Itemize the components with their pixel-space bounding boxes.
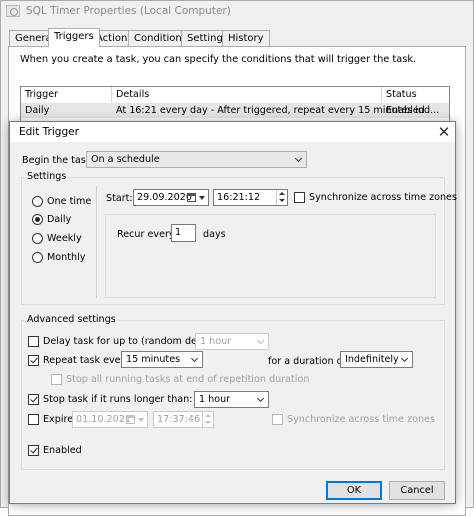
start-time-field[interactable]: 16:21:12: [213, 189, 288, 206]
radio-monthly[interactable]: [32, 252, 43, 263]
radio-daily-label[interactable]: Daily: [47, 214, 71, 225]
expire-date-picker[interactable]: 01.10.2021: [72, 411, 148, 428]
dropdown-arrow-icon: [138, 418, 144, 422]
expire-sync-label[interactable]: Synchronize across time zones: [287, 414, 435, 425]
stop-longer-checkbox[interactable]: [28, 394, 39, 405]
calendar-icon: [187, 193, 196, 202]
recur-days-input[interactable]: 1: [171, 224, 196, 242]
expire-checkbox[interactable]: [28, 414, 39, 425]
ok-button[interactable]: OK: [326, 481, 382, 500]
repeat-interval-select[interactable]: 15 minutes: [121, 351, 203, 368]
expire-date-value: 01.10.2021: [76, 414, 131, 425]
radio-one-time[interactable]: [32, 196, 43, 207]
dialog-title: Edit Trigger: [19, 126, 79, 138]
stop-longer-label[interactable]: Stop task if it runs longer than:: [43, 394, 192, 405]
repeat-task-checkbox[interactable]: [28, 355, 39, 366]
repeat-interval-value: 15 minutes: [126, 354, 181, 365]
begin-task-value: On a schedule: [91, 154, 160, 165]
chevron-down-icon: [190, 354, 199, 363]
radio-weekly-label[interactable]: Weekly: [47, 233, 82, 244]
recur-every-label: Recur every:: [117, 229, 178, 240]
tab-triggers[interactable]: Triggers: [48, 28, 100, 47]
triggers-description: When you create a task, you can specify …: [20, 54, 417, 65]
row-trigger-cell: Daily: [25, 105, 50, 116]
column-header-status[interactable]: Status: [386, 89, 417, 100]
radio-one-time-label[interactable]: One time: [47, 196, 91, 207]
recur-days-value: 1: [175, 227, 182, 238]
begin-task-label: Begin the task:: [22, 155, 95, 166]
settings-divider: [96, 186, 97, 298]
start-label: Start:: [106, 193, 133, 204]
expire-time-field[interactable]: 17:37:46: [153, 411, 214, 428]
delay-task-label[interactable]: Delay task for up to (random delay):: [43, 336, 218, 347]
duration-select[interactable]: Indefinitely: [340, 351, 413, 368]
stop-all-tasks-label[interactable]: Stop all running tasks at end of repetit…: [66, 374, 309, 385]
start-date-picker[interactable]: 29.09.2020: [133, 189, 209, 206]
expire-time-value: 17:37:46: [157, 414, 201, 425]
chevron-down-icon: [256, 394, 265, 403]
column-header-details[interactable]: Details: [116, 89, 149, 100]
recur-unit-label: days: [203, 229, 226, 240]
settings-group-title: Settings: [25, 171, 69, 182]
sync-timezones-label[interactable]: Synchronize across time zones: [309, 192, 457, 203]
advanced-settings-title: Advanced settings: [25, 314, 118, 325]
close-icon[interactable]: ✕: [434, 122, 454, 142]
stop-all-tasks-checkbox[interactable]: [51, 374, 62, 385]
time-spinner[interactable]: [276, 190, 287, 205]
window-title: SQL Timer Properties (Local Computer): [26, 5, 231, 17]
column-separator: [111, 87, 112, 102]
row-status-cell: Enabled: [386, 105, 425, 116]
tab-history[interactable]: History: [222, 30, 270, 46]
column-separator: [381, 87, 382, 102]
dropdown-arrow-icon: [199, 196, 205, 200]
cancel-button[interactable]: Cancel: [389, 481, 445, 500]
stop-longer-select[interactable]: 1 hour: [194, 391, 269, 408]
begin-task-select[interactable]: On a schedule: [86, 151, 307, 168]
duration-value: Indefinitely: [345, 354, 399, 365]
repeat-task-label[interactable]: Repeat task every:: [43, 355, 133, 366]
radio-daily[interactable]: [32, 214, 43, 225]
task-scheduler-icon: [6, 5, 20, 17]
chevron-down-icon: [256, 336, 265, 345]
radio-weekly[interactable]: [32, 233, 43, 244]
column-header-trigger[interactable]: Trigger: [25, 89, 58, 100]
delay-task-select[interactable]: 1 hour: [195, 333, 269, 350]
start-date-value: 29.09.2020: [137, 192, 192, 203]
stop-longer-value: 1 hour: [199, 394, 231, 405]
calendar-icon: [126, 415, 135, 424]
enabled-label[interactable]: Enabled: [43, 445, 82, 456]
radio-monthly-label[interactable]: Monthly: [47, 252, 85, 263]
expire-sync-checkbox[interactable]: [272, 414, 283, 425]
chevron-down-icon: [400, 354, 409, 363]
duration-label: for a duration of:: [268, 356, 349, 367]
recurrence-panel: [105, 214, 436, 298]
chevron-down-icon: [294, 154, 303, 163]
sync-timezones-checkbox[interactable]: [294, 192, 305, 203]
start-time-value: 16:21:12: [217, 192, 261, 203]
enabled-checkbox[interactable]: [28, 445, 39, 456]
delay-task-value: 1 hour: [200, 336, 232, 347]
time-spinner[interactable]: [202, 412, 213, 427]
delay-task-checkbox[interactable]: [28, 336, 39, 347]
